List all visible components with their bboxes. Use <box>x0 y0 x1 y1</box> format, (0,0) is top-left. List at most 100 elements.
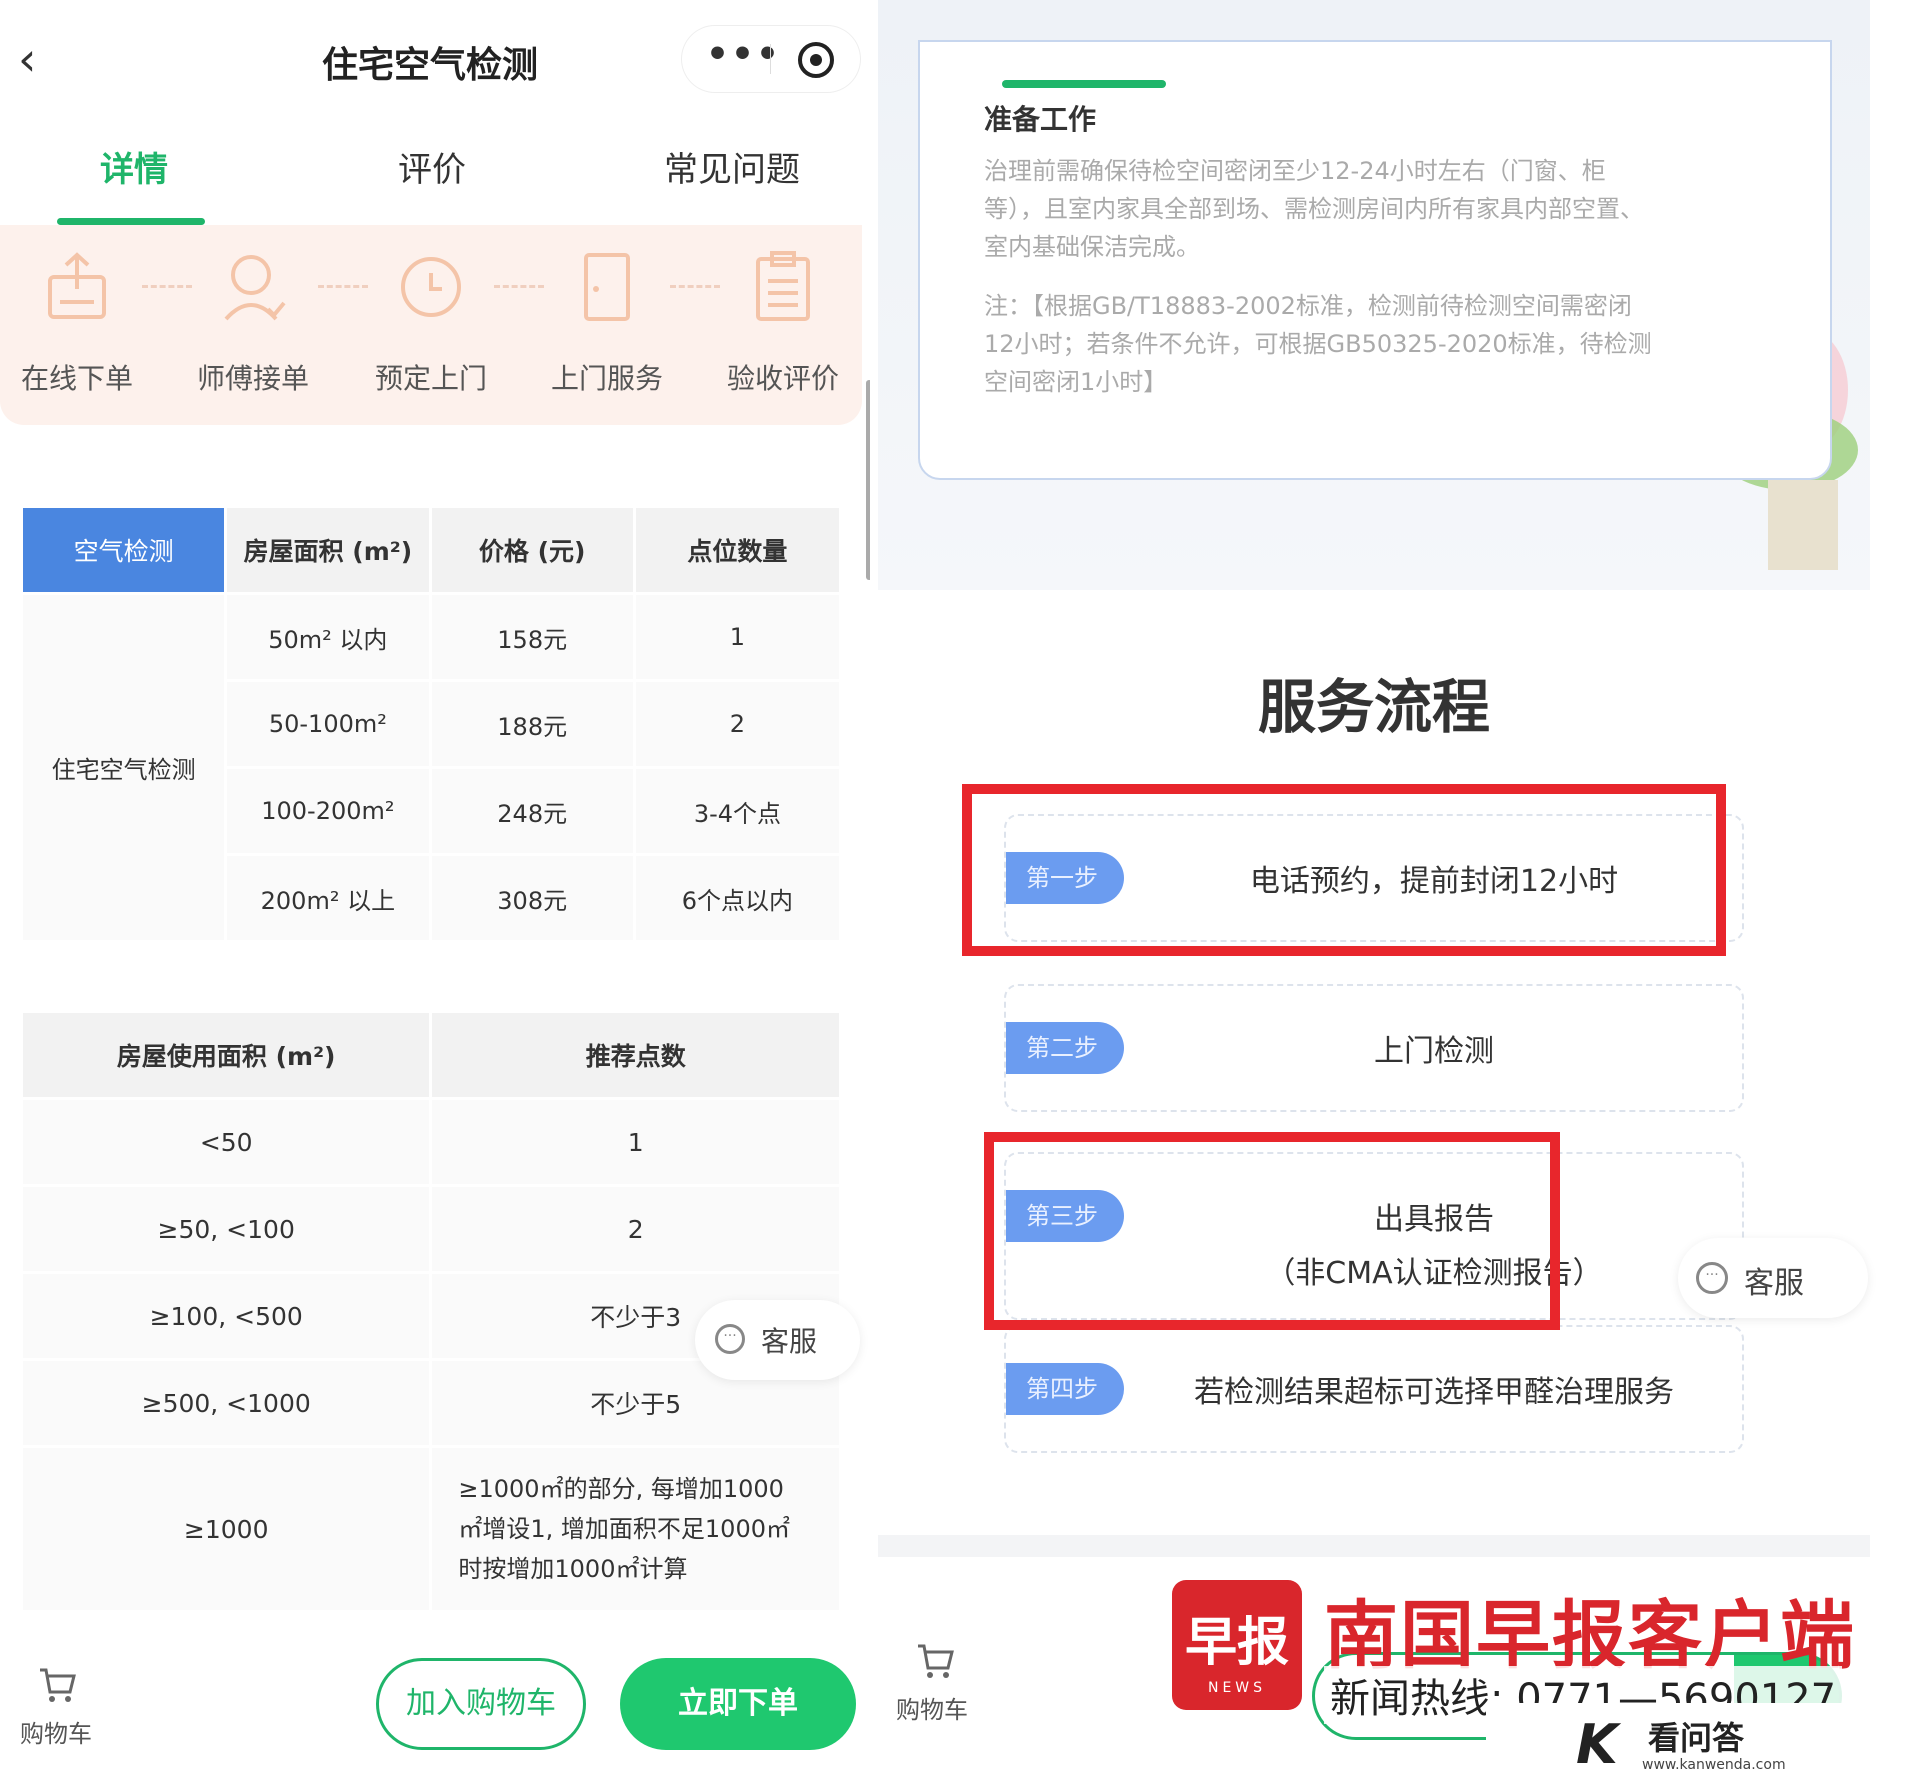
prep-line: 治理前需确保待检空间密闭至少12-24小时左右（门窗、柜 <box>984 157 1606 185</box>
prep-note: 注：【根据GB/T18883-2002标准，检测前待检测空间需密闭 12小时；若… <box>984 287 1784 401</box>
table-row: <50 1 <box>19 1097 842 1187</box>
price-table: 空气检测 房屋面积 (m²) 价格 (元) 点位数量 住宅空气检测 50m² 以… <box>19 505 843 943</box>
table-cell: 1 <box>632 592 843 682</box>
table-cell: 158元 <box>428 592 636 682</box>
note-line: ㎡增设1, 增加面积不足1000㎡ <box>458 1515 790 1543</box>
right-screen: 准备工作 治理前需确保待检空间密闭至少12-24小时左右（门窗、柜 等），且室内… <box>878 0 1920 1786</box>
table-header: 房屋使用面积 (m²) <box>19 1010 433 1100</box>
tab-reviews[interactable]: 评价 <box>398 142 466 191</box>
table-header: 空气检测 <box>19 505 228 595</box>
table-cell: <50 <box>19 1097 433 1187</box>
capsule-divider <box>770 44 771 74</box>
table-cell: 2 <box>429 1184 842 1274</box>
clipboard-icon <box>756 251 810 321</box>
process-step-order: 在线下单 <box>2 247 152 397</box>
close-target-icon[interactable] <box>798 42 834 78</box>
process-steps: 在线下单 师傅接单 预定上门 上门服务 验收评价 <box>0 225 862 425</box>
prep-description: 治理前需确保待检空间密闭至少12-24小时左右（门窗、柜 等），且室内家具全部到… <box>984 152 1784 266</box>
cart-icon[interactable] <box>38 1664 78 1704</box>
scrollbar[interactable] <box>866 380 870 580</box>
step-badge: 第四步 <box>1006 1363 1124 1415</box>
newspaper-logo: 早报 NEWS <box>1172 1580 1302 1710</box>
table-cell: 3-4个点 <box>632 766 843 856</box>
table-row: ≥1000 ≥1000㎡的部分, 每增加1000 ㎡增设1, 增加面积不足100… <box>19 1445 842 1613</box>
table-header: 点位数量 <box>632 505 843 595</box>
left-screen: ‹ 住宅空气检测 ••• 详情 评价 常见问题 在线下单 师傅接单 预定上门 上… <box>0 0 870 1786</box>
table-cell: 308元 <box>428 853 636 943</box>
table-cell: 2 <box>632 679 843 769</box>
table-cell: 6个点以内 <box>632 853 843 943</box>
customer-service-label: 客服 <box>1744 1266 1804 1301</box>
section-divider <box>878 1535 1870 1557</box>
chat-icon: ··· <box>715 1324 745 1354</box>
table-cell: 1 <box>429 1097 842 1187</box>
chat-icon: ··· <box>1696 1262 1728 1294</box>
site-logo-icon: K <box>1576 1713 1618 1776</box>
add-to-cart-button[interactable]: 加入购物车 <box>376 1658 586 1750</box>
table-cell: 100-200m² <box>224 766 432 856</box>
prep-card: 准备工作 治理前需确保待检空间密闭至少12-24小时左右（门窗、柜 等），且室内… <box>918 40 1832 480</box>
process-step-label: 验收评价 <box>726 362 839 395</box>
clock-icon <box>401 257 461 317</box>
tab-faq[interactable]: 常见问题 <box>664 142 800 191</box>
cart-icon[interactable] <box>916 1640 956 1680</box>
table-cell: ≥1000 <box>19 1445 433 1613</box>
site-name: 看问答 <box>1648 1719 1745 1757</box>
table-row: ≥50, <100 2 <box>19 1184 842 1274</box>
tab-bar: 详情 评价 常见问题 <box>0 130 870 225</box>
table-row: 住宅空气检测 50m² 以内 158元 1 <box>19 592 843 943</box>
order-upload-icon <box>48 252 106 319</box>
prep-title: 准备工作 <box>984 103 1097 136</box>
table-header: 房屋面积 (m²) <box>224 505 432 595</box>
highlight-box <box>984 1132 1560 1330</box>
cart-label: 购物车 <box>896 1696 968 1724</box>
process-step-accept: 师傅接单 <box>178 247 328 397</box>
cart-label: 购物车 <box>20 1720 92 1748</box>
table-header-row: 房屋使用面积 (m²) 推荐点数 <box>19 1010 842 1100</box>
back-icon[interactable]: ‹ <box>18 34 58 84</box>
process-step-label: 预定上门 <box>374 362 487 395</box>
page-edge <box>1886 0 1920 1786</box>
table-category-cell: 住宅空气检测 <box>19 592 228 943</box>
table-cell: ≥50, <100 <box>19 1184 433 1274</box>
prep-line: 室内基础保洁完成。 <box>984 233 1200 261</box>
step-text: 上门检测 <box>1374 1034 1494 1069</box>
table-cell: 200m² 以上 <box>224 853 432 943</box>
process-step-review: 验收评价 <box>708 247 858 397</box>
bottom-action-bar: 购物车 加入购物车 立即下单 <box>0 1620 870 1786</box>
customer-service-label: 客服 <box>761 1325 818 1358</box>
highlight-box <box>962 784 1726 956</box>
site-watermark: K 看问答 www.kanwenda.com <box>1486 1703 1920 1786</box>
table-header: 价格 (元) <box>428 505 636 595</box>
customer-service-button[interactable]: ··· 客服 <box>695 1300 860 1380</box>
table-cell: ≥100, <500 <box>19 1271 433 1361</box>
table-header: 推荐点数 <box>429 1010 842 1100</box>
buy-now-button[interactable]: 立即下单 <box>620 1658 856 1750</box>
cart-group[interactable]: 购物车 <box>896 1640 968 1725</box>
customer-service-button[interactable]: ··· 客服 <box>1678 1238 1868 1318</box>
process-step-service: 上门服务 <box>532 247 682 397</box>
process-step-label: 师傅接单 <box>196 362 309 395</box>
prep-note-line: 空间密闭1小时】 <box>984 368 1168 396</box>
logo-subtext: NEWS <box>1207 1680 1267 1696</box>
table-cell: 248元 <box>428 766 636 856</box>
flow-step-card: 第四步 若检测结果超标可选择甲醛治理服务 <box>1004 1325 1744 1453</box>
tab-details[interactable]: 详情 <box>100 142 168 191</box>
worker-icon <box>224 255 286 321</box>
prep-tab-indicator <box>1002 80 1166 88</box>
step-text: 若检测结果超标可选择甲醛治理服务 <box>1194 1375 1674 1410</box>
step-badge: 第二步 <box>1006 1022 1124 1074</box>
page-title: 住宅空气检测 <box>321 45 538 86</box>
process-step-label: 上门服务 <box>550 362 663 395</box>
flow-step-card: 第二步 上门检测 <box>1004 984 1744 1112</box>
prep-note-line: 12小时；若条件不允许，可根据GB50325-2020标准，待检测 <box>984 330 1652 358</box>
flow-title: 服务流程 <box>1257 673 1490 741</box>
note-line: ≥1000㎡的部分, 每增加1000 <box>458 1475 784 1503</box>
table-cell: ≥500, <1000 <box>19 1358 433 1448</box>
table-cell: 50-100m² <box>224 679 432 769</box>
table-note-cell: ≥1000㎡的部分, 每增加1000 ㎡增设1, 增加面积不足1000㎡ 时按增… <box>429 1445 842 1613</box>
prep-line: 等），且室内家具全部到场、需检测房间内所有家具内部空置、 <box>984 195 1644 223</box>
process-step-schedule: 预定上门 <box>356 247 506 397</box>
nav-bar: ‹ 住宅空气检测 ••• <box>0 0 870 120</box>
active-tab-indicator <box>57 218 205 225</box>
